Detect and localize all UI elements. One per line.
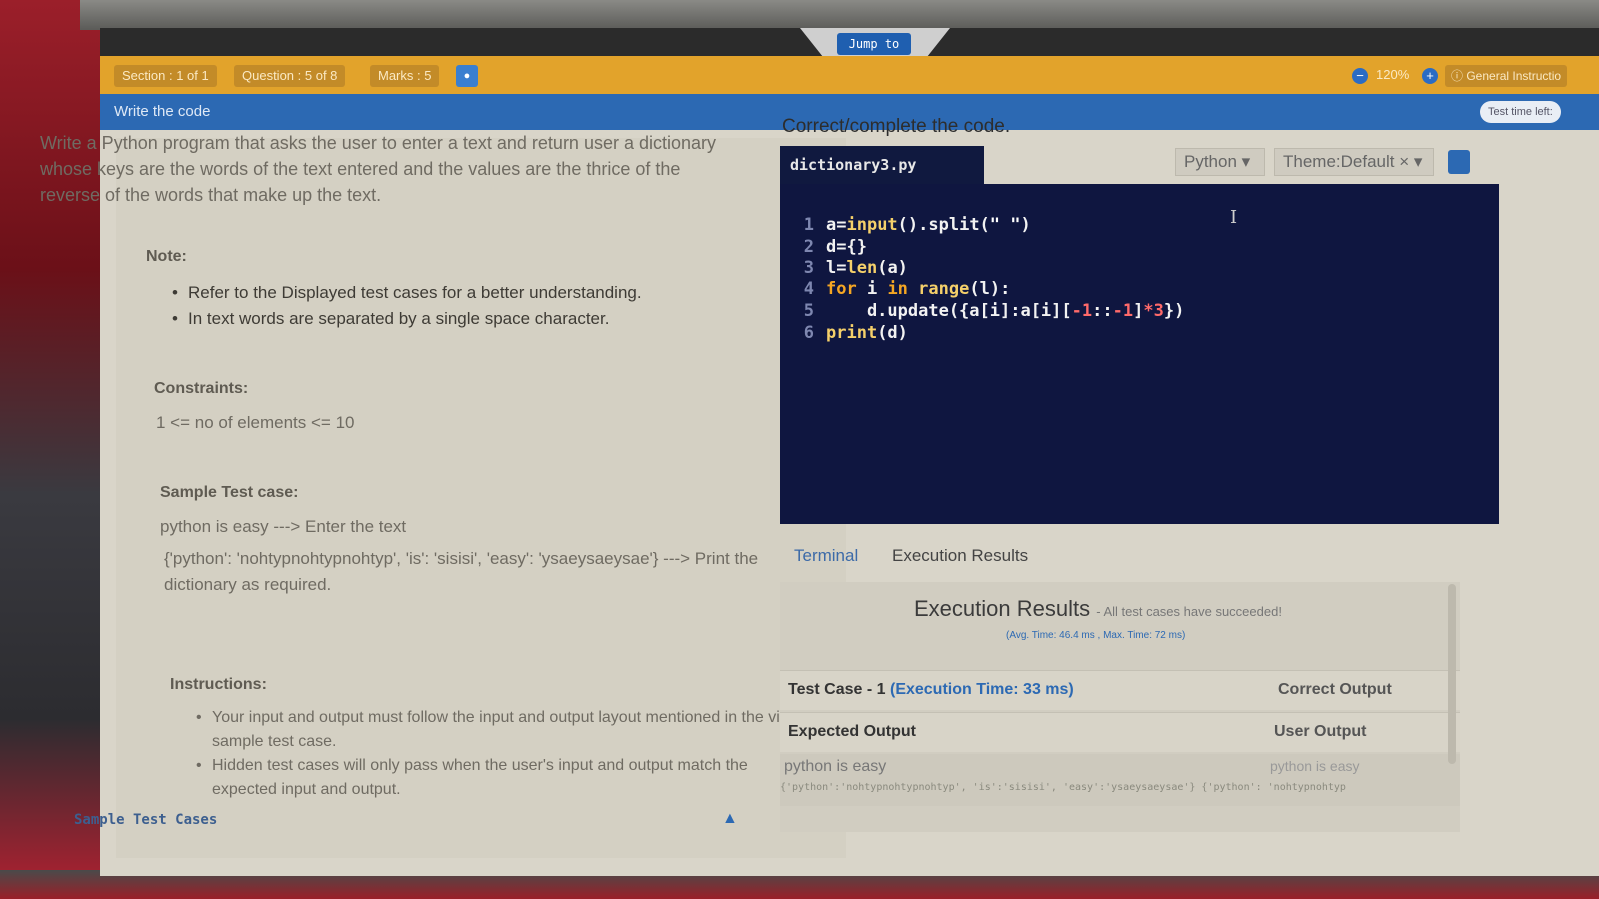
- code-line: 1 a=input().split(" "): [803, 215, 1031, 235]
- jump-to-button[interactable]: Jump to: [837, 33, 911, 55]
- results-title: Execution Results - All test cases have …: [914, 596, 1282, 621]
- zoom-in-icon[interactable]: +: [1422, 68, 1438, 84]
- execution-results-panel: Execution Results - All test cases have …: [780, 582, 1460, 832]
- sample-test-cases-toggle[interactable]: Sample Test Cases: [74, 812, 217, 828]
- code-line: 6 print(d): [803, 323, 908, 343]
- instructions-label: Instructions:: [170, 676, 267, 693]
- language-select[interactable]: Python ▾: [1175, 148, 1265, 176]
- test-case-row[interactable]: Test Case - 1 (Execution Time: 33 ms) Co…: [780, 670, 1460, 710]
- output-row: python is easy python is easy {'python':…: [780, 754, 1460, 806]
- theme-select[interactable]: Theme:Default × ▾: [1274, 148, 1434, 176]
- expected-output-label: Expected Output: [788, 723, 917, 740]
- instruction-item: Your input and output must follow the in…: [196, 706, 816, 754]
- language-value: Python: [1184, 152, 1237, 171]
- code-line: 2 d={}: [803, 237, 867, 257]
- sample-output: {'python': 'nohtypnohtypnohtyp', 'is': '…: [164, 549, 759, 594]
- question-badge[interactable]: Question : 5 of 8: [234, 65, 346, 87]
- code-line: 5 d.update({a[i]:a[i][-1::-1]*3}): [803, 301, 1185, 321]
- constraints-label: Constraints:: [154, 380, 249, 397]
- save-icon[interactable]: [1448, 150, 1470, 174]
- constraint-text: 1 <= no of elements <= 10: [156, 413, 355, 432]
- results-subtitle: - All test cases have succeeded!: [1096, 604, 1282, 619]
- chat-icon[interactable]: ●: [456, 65, 478, 87]
- correct-output-label: Correct Output: [1278, 681, 1392, 698]
- exam-header: Section : 1 of 1 Question : 5 of 8 Marks…: [100, 56, 1599, 94]
- note-label: Note:: [146, 248, 187, 265]
- general-instructions-button[interactable]: ⓘ General Instructio: [1445, 65, 1568, 87]
- instruction-item: Hidden test cases will only pass when th…: [196, 754, 816, 802]
- note-item: Refer to the Displayed test cases for a …: [172, 280, 792, 306]
- test-case-label: Test Case - 1 (Execution Time: 33 ms): [788, 681, 1074, 698]
- question-text: Write a Python program that asks the use…: [40, 133, 717, 205]
- results-scrollbar[interactable]: [1448, 584, 1456, 764]
- question-type-title: Write the code: [114, 103, 211, 120]
- editor-heading: Correct/complete the code.: [782, 116, 1011, 137]
- code-line: 4 for i in range(l):: [803, 279, 1011, 299]
- time-left-badge: Test time left:: [1480, 101, 1561, 123]
- tab-terminal[interactable]: Terminal: [794, 546, 858, 566]
- text-cursor-icon: I: [1230, 207, 1238, 228]
- expected-input: python is easy: [784, 758, 887, 775]
- general-instructions-label: General Instructio: [1466, 69, 1562, 83]
- user-input: python is easy: [1270, 758, 1360, 774]
- file-tab[interactable]: dictionary3.py: [780, 146, 984, 184]
- results-timing: (Avg. Time: 46.4 ms , Max. Time: 72 ms): [1006, 630, 1186, 641]
- marks-badge: Marks : 5: [370, 65, 440, 87]
- code-editor[interactable]: 1 a=input().split(" ") 2 d={} 3 l=len(a) 4f…: [780, 184, 1499, 524]
- laptop-bezel-top: [80, 0, 1599, 30]
- note-item: In text words are separated by a single …: [172, 306, 792, 332]
- instructions-list: Your input and output must follow the in…: [196, 706, 816, 802]
- zoom-level: 120%: [1376, 67, 1410, 82]
- output-header-row: Expected Output User Output: [780, 712, 1460, 752]
- notes-list: Refer to the Displayed test cases for a …: [172, 280, 792, 332]
- sample-input: python is easy ---> Enter the text: [160, 517, 407, 536]
- section-badge[interactable]: Section : 1 of 1: [114, 65, 217, 87]
- zoom-out-icon[interactable]: −: [1352, 68, 1368, 84]
- code-line: 3 l=len(a): [803, 258, 908, 278]
- chevron-up-icon[interactable]: ▲: [722, 810, 738, 828]
- theme-value: Theme:Default: [1283, 152, 1395, 171]
- tab-execution-results[interactable]: Execution Results: [892, 546, 1028, 566]
- output-line: {'python':'nohtypnohtypnohtyp', 'is':'si…: [780, 782, 1346, 793]
- user-output-label: User Output: [1274, 723, 1367, 740]
- sample-label: Sample Test case:: [160, 484, 299, 501]
